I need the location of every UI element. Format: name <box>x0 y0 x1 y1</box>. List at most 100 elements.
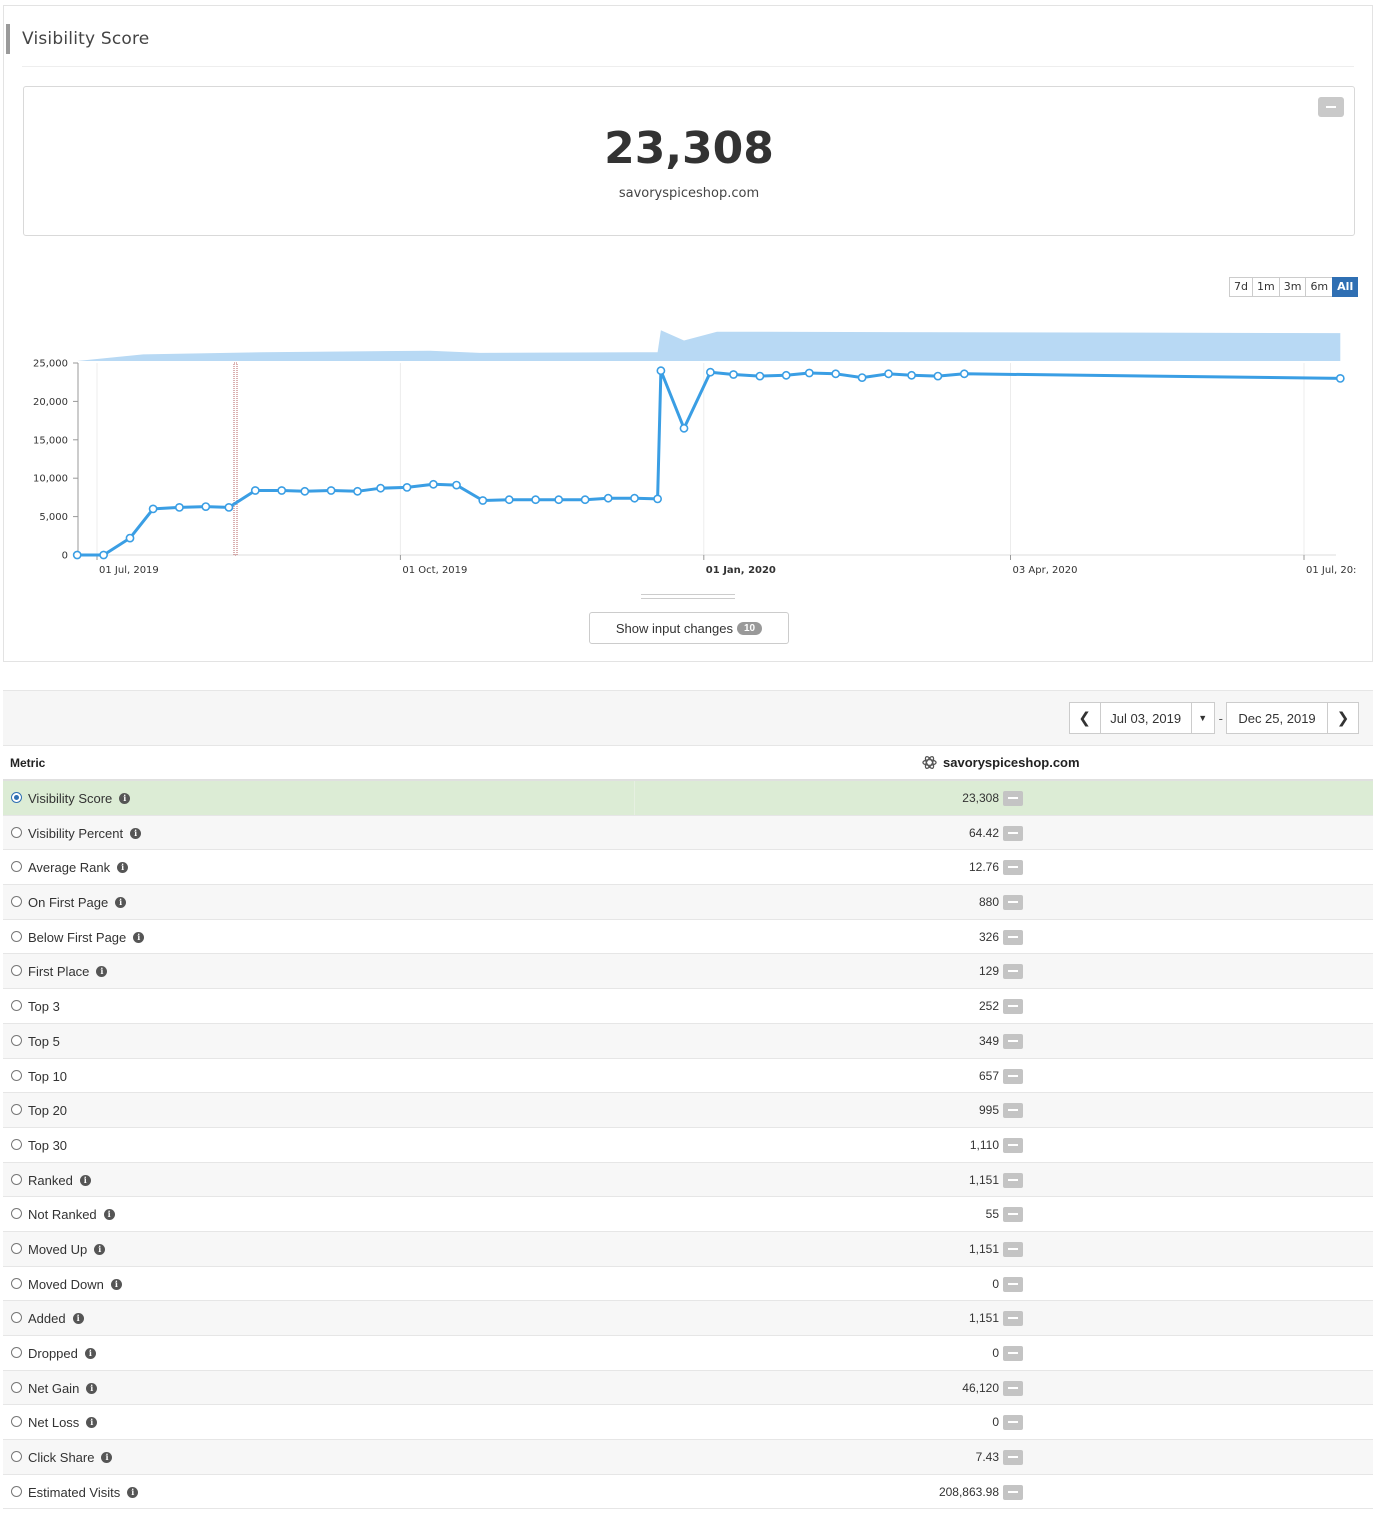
collapse-button[interactable] <box>1003 1346 1023 1361</box>
table-row[interactable]: Ranked i 1,151 <box>3 1162 1373 1198</box>
collapse-button[interactable] <box>1318 97 1344 117</box>
table-row[interactable]: Top 20 995 <box>3 1093 1373 1128</box>
collapse-button[interactable] <box>1003 1103 1023 1119</box>
collapse-button[interactable] <box>1003 825 1023 841</box>
metric-label: Visibility Score <box>28 791 113 806</box>
info-icon[interactable]: i <box>86 1417 98 1429</box>
collapse-button[interactable] <box>1003 1068 1023 1084</box>
collapse-button[interactable] <box>1003 1415 1023 1431</box>
table-row[interactable]: Top 10 657 <box>3 1058 1373 1094</box>
metric-value: 0 <box>992 1415 999 1430</box>
table-row[interactable]: Moved Down i 0 <box>3 1266 1373 1302</box>
data-point <box>933 371 943 381</box>
collapse-button[interactable] <box>1003 1033 1023 1049</box>
info-icon[interactable]: i <box>130 827 142 839</box>
info-icon[interactable]: i <box>84 1348 96 1359</box>
range-button-1m[interactable]: 1m <box>1252 277 1280 297</box>
range-button-6m[interactable]: 6m <box>1305 277 1334 297</box>
next-period-button[interactable]: ❯ <box>1327 702 1359 734</box>
table-row[interactable]: Dropped i 0 <box>3 1336 1373 1371</box>
table-row[interactable]: Net Gain i 46,120 <box>3 1370 1373 1406</box>
info-icon[interactable]: i <box>133 931 145 943</box>
metric-radio[interactable] <box>11 826 22 838</box>
info-icon[interactable]: i <box>101 1452 113 1464</box>
table-row[interactable]: Top 5 349 <box>3 1023 1373 1059</box>
metric-radio[interactable] <box>11 1173 22 1185</box>
metric-value: 995 <box>978 1103 999 1118</box>
table-row[interactable]: Visibility Score i 23,308 <box>3 781 1373 816</box>
metric-radio[interactable] <box>11 1312 22 1324</box>
table-row[interactable]: Visibility Percent i 64.42 <box>3 815 1373 851</box>
start-date-field[interactable]: Jul 03, 2019 <box>1099 702 1192 734</box>
range-button-all[interactable]: All <box>1332 277 1359 297</box>
metric-radio[interactable] <box>11 1381 22 1393</box>
collapse-button[interactable] <box>1003 1450 1023 1466</box>
collapse-button[interactable] <box>1003 1276 1023 1292</box>
collapse-button[interactable] <box>1003 860 1023 876</box>
metric-radio[interactable] <box>11 896 22 908</box>
table-row[interactable]: Average Rank i 12.76 <box>3 850 1373 886</box>
metric-radio[interactable] <box>11 1104 22 1116</box>
collapse-button[interactable] <box>1003 1380 1023 1396</box>
info-icon[interactable]: i <box>79 1174 91 1186</box>
table-row[interactable]: Click Share i 7.43 <box>3 1440 1373 1475</box>
table-row[interactable]: Net Loss i 0 <box>3 1405 1373 1441</box>
metric-radio[interactable] <box>11 1451 22 1463</box>
metric-radio[interactable] <box>11 1485 22 1497</box>
range-button-7d[interactable]: 7d <box>1229 277 1253 297</box>
resize-handle[interactable] <box>641 594 735 599</box>
prev-period-button[interactable]: ❮ <box>1068 702 1101 734</box>
metric-radio[interactable] <box>11 1277 22 1289</box>
metric-radio[interactable] <box>11 1242 22 1254</box>
metric-radio[interactable] <box>11 792 22 803</box>
table-row[interactable]: Added i 1,151 <box>3 1301 1373 1336</box>
metric-radio[interactable] <box>11 1347 22 1358</box>
collapse-button[interactable] <box>1003 1484 1023 1500</box>
collapse-button[interactable] <box>1003 1137 1023 1153</box>
metric-radio[interactable] <box>11 1069 22 1081</box>
info-icon[interactable]: i <box>119 793 131 804</box>
metric-label: On First Page <box>28 895 109 911</box>
table-row[interactable]: On First Page i 880 <box>3 885 1373 920</box>
metric-radio[interactable] <box>11 1208 22 1220</box>
info-icon[interactable]: i <box>103 1209 115 1221</box>
range-button-3m[interactable]: 3m <box>1278 277 1307 297</box>
collapse-button[interactable] <box>1003 929 1023 945</box>
metric-radio[interactable] <box>11 1138 22 1150</box>
show-input-changes-button[interactable]: Show input changes 10 <box>589 612 789 644</box>
table-row[interactable]: Not Ranked i 55 <box>3 1197 1373 1232</box>
info-icon[interactable]: i <box>94 1243 106 1255</box>
info-icon[interactable]: i <box>115 897 127 909</box>
info-icon[interactable]: i <box>110 1278 122 1290</box>
end-date-field[interactable]: Dec 25, 2019 <box>1226 702 1328 734</box>
metric-radio[interactable] <box>11 1034 22 1046</box>
collapse-button[interactable] <box>1003 964 1023 980</box>
metric-radio[interactable] <box>11 965 22 977</box>
collapse-button[interactable] <box>1003 895 1023 911</box>
table-row[interactable]: Estimated Visits i 208,863.98 <box>3 1474 1373 1510</box>
metric-label: Top 5 <box>28 1033 60 1049</box>
collapse-button[interactable] <box>1003 999 1023 1015</box>
start-date-dropdown[interactable]: ▼ <box>1190 702 1215 734</box>
collapse-button[interactable] <box>1003 1172 1023 1188</box>
info-icon[interactable]: i <box>117 862 129 874</box>
table-row[interactable]: Top 3 252 <box>3 989 1373 1024</box>
table-row[interactable]: First Place i 129 <box>3 954 1373 990</box>
collapse-button[interactable] <box>1003 1311 1023 1327</box>
table-row[interactable]: Below First Page i 326 <box>3 919 1373 955</box>
metric-radio[interactable] <box>11 1000 22 1012</box>
table-row[interactable]: Top 30 1,110 <box>3 1127 1373 1163</box>
collapse-button[interactable] <box>1003 1241 1023 1257</box>
collapse-button[interactable] <box>1003 791 1023 806</box>
date-toolbar: ❮ Jul 03, 2019 ▼ - Dec 25, 2019 ❯ <box>3 690 1373 746</box>
collapse-button[interactable] <box>1003 1207 1023 1223</box>
marker-line <box>233 362 238 556</box>
info-icon[interactable]: i <box>96 966 108 978</box>
metric-radio[interactable] <box>11 1416 22 1428</box>
metric-radio[interactable] <box>11 930 22 942</box>
info-icon[interactable]: i <box>72 1313 84 1325</box>
metric-radio[interactable] <box>11 861 22 873</box>
table-row[interactable]: Moved Up i 1,151 <box>3 1231 1373 1267</box>
info-icon[interactable]: i <box>127 1486 139 1498</box>
info-icon[interactable]: i <box>86 1382 98 1394</box>
